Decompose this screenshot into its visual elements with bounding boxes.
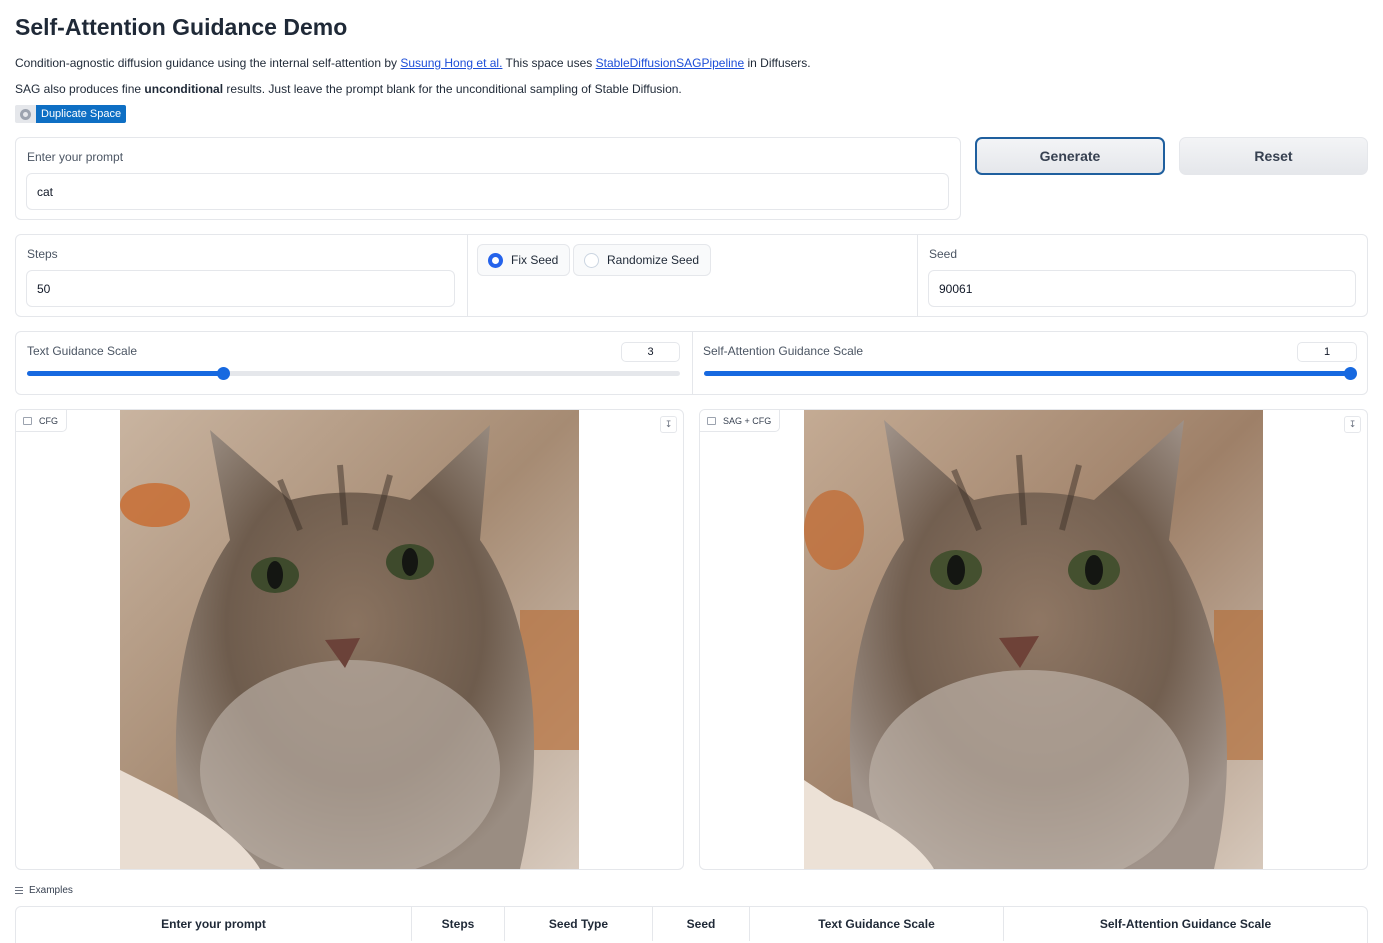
slider-handle[interactable] <box>216 367 230 380</box>
sliders-panel: Text Guidance Scale 3 Self-Attention Gui… <box>15 331 1368 395</box>
column-divider <box>467 235 468 316</box>
sag-image-panel: SAG + CFG ↧ <box>699 409 1368 870</box>
cfg-image-panel: CFG ↧ <box>15 409 684 870</box>
image-icon <box>707 416 716 425</box>
radio-dot-checked <box>488 252 503 268</box>
text-guidance-label: Text Guidance Scale <box>27 344 138 358</box>
sag-image-tag: SAG + CFG <box>700 410 781 432</box>
sag-guidance-slider[interactable] <box>704 367 1357 380</box>
examples-table: Enter your prompt Steps Seed Type Seed T… <box>15 906 1368 943</box>
radio-fix-seed[interactable]: Fix Seed <box>477 244 571 276</box>
prompt-panel: Enter your prompt cat <box>15 137 961 220</box>
radio-fix-seed-label: Fix Seed <box>511 253 559 267</box>
column-header: Enter your prompt <box>16 907 412 941</box>
sag-guidance-number[interactable]: 1 <box>1297 342 1357 362</box>
radio-dot-unchecked <box>584 252 599 268</box>
download-icon[interactable]: ↧ <box>660 416 677 433</box>
column-header: Self-Attention Guidance Scale <box>1099 917 1272 931</box>
column-header: Seed Type <box>505 907 653 941</box>
sag-output-image <box>804 410 1263 869</box>
cat-photo <box>120 410 579 869</box>
list-icon <box>15 887 23 894</box>
column-header: Seed <box>653 907 750 941</box>
duplicate-space-badge[interactable]: Duplicate Space <box>15 105 127 123</box>
author-link[interactable]: Susung Hong et al. <box>400 56 502 70</box>
seed-input[interactable]: 90061 <box>928 270 1356 307</box>
column-divider <box>692 332 693 394</box>
slider-fill <box>27 371 223 376</box>
column-divider <box>917 235 918 316</box>
duplicate-space-label: Duplicate Space <box>36 105 127 123</box>
description-line-1: Condition-agnostic diffusion guidance us… <box>15 56 811 70</box>
column-header: Text Guidance Scale <box>750 907 1004 941</box>
radio-randomize-seed[interactable]: Randomize Seed <box>573 244 712 276</box>
page-title: Self-Attention Guidance Demo <box>15 14 348 40</box>
steps-input[interactable]: 50 <box>26 270 455 307</box>
description-line-2: SAG also produces fine unconditional res… <box>15 82 682 96</box>
steps-label: Steps <box>27 247 58 261</box>
cfg-image-tag: CFG <box>16 410 67 432</box>
image-icon <box>23 416 32 425</box>
column-header: Steps <box>412 907 505 941</box>
download-icon[interactable]: ↧ <box>1344 416 1361 433</box>
pipeline-link[interactable]: StableDiffusionSAGPipeline <box>596 56 745 70</box>
seed-label: Seed <box>929 247 958 261</box>
cfg-output-image <box>120 410 579 869</box>
cat-photo <box>804 410 1263 869</box>
sag-guidance-label: Self-Attention Guidance Scale <box>703 344 864 358</box>
reset-button[interactable]: Reset <box>1179 137 1368 175</box>
text-guidance-number[interactable]: 3 <box>621 342 680 362</box>
slider-handle[interactable] <box>1344 367 1357 380</box>
prompt-label: Enter your prompt <box>27 150 124 164</box>
radio-randomize-seed-label: Randomize Seed <box>607 253 700 267</box>
generate-button[interactable]: Generate <box>975 137 1165 175</box>
slider-fill <box>704 371 1350 376</box>
duplicate-icon <box>15 105 36 123</box>
prompt-input[interactable]: cat <box>26 173 949 210</box>
examples-heading: Examples <box>15 885 73 896</box>
text-guidance-slider[interactable] <box>27 367 680 380</box>
